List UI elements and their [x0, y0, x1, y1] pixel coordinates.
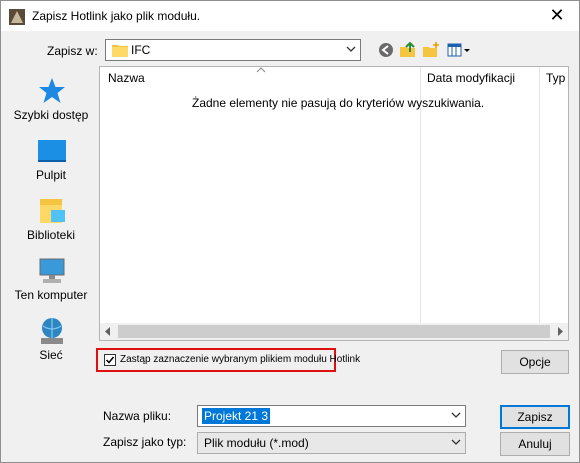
filename-label: Nazwa pliku:: [103, 409, 172, 423]
view-menu-icon[interactable]: [447, 41, 471, 59]
sidebar-item-network[interactable]: Sieć: [3, 316, 99, 366]
scroll-left-icon[interactable]: [104, 327, 112, 336]
column-divider: [539, 67, 540, 327]
new-folder-icon[interactable]: [422, 41, 440, 59]
desktop-icon: [38, 140, 66, 162]
up-folder-icon[interactable]: [399, 41, 417, 59]
empty-message: Żadne elementy nie pasują do kryteriów w…: [192, 96, 485, 110]
network-icon: [41, 318, 63, 344]
sidebar-item-label: Pulpit: [35, 168, 67, 182]
save-in-value: IFC: [131, 43, 151, 57]
column-header-date[interactable]: Data modyfikacji: [427, 67, 515, 89]
title-bar: Zapisz Hotlink jako plik modułu. ✕: [1, 1, 579, 31]
replace-selection-highlight: Zastąp zaznaczenie wybranym plikiem modu…: [96, 348, 360, 372]
star-icon: [39, 78, 65, 103]
chevron-down-icon: [451, 412, 461, 418]
replace-selection-label: Zastąp zaznaczenie wybranym plikiem modu…: [120, 354, 361, 365]
libraries-icon: [40, 199, 65, 223]
chevron-down-icon: [346, 46, 356, 52]
sidebar-item-desktop[interactable]: Pulpit: [3, 136, 99, 186]
computer-icon: [39, 258, 65, 283]
back-icon[interactable]: [377, 41, 395, 59]
filename-input[interactable]: Projekt 21 3: [197, 405, 466, 427]
save-in-dropdown[interactable]: IFC: [105, 39, 361, 61]
sidebar-item-label: Ten komputer: [14, 288, 88, 302]
column-header-name[interactable]: Nazwa: [108, 67, 145, 89]
sidebar-item-libraries[interactable]: Biblioteki: [3, 196, 99, 246]
close-icon[interactable]: ✕: [545, 4, 569, 28]
save-dialog: Zapisz Hotlink jako plik modułu. ✕ Zapis…: [0, 0, 580, 463]
replace-selection-checkbox[interactable]: [104, 354, 116, 366]
sidebar-item-quick-access[interactable]: Szybki dostęp: [3, 76, 99, 126]
sidebar-item-label: Biblioteki: [26, 228, 76, 242]
cancel-button[interactable]: Anuluj: [500, 432, 570, 456]
filetype-value: Plik modułu (*.mod): [204, 436, 309, 450]
checkmark-icon: [105, 356, 115, 364]
filetype-dropdown[interactable]: Plik modułu (*.mod): [197, 432, 466, 454]
column-header-type[interactable]: Typ: [546, 67, 565, 89]
scrollbar-thumb[interactable]: [118, 325, 550, 338]
options-button[interactable]: Opcje: [501, 350, 569, 374]
sort-up-icon: [256, 67, 266, 73]
window-title: Zapisz Hotlink jako plik modułu.: [32, 9, 201, 23]
save-in-label: Zapisz w:: [47, 44, 98, 58]
chevron-down-icon: [451, 439, 461, 445]
file-list[interactable]: Nazwa Data modyfikacji Typ Żadne element…: [99, 66, 569, 341]
sidebar-item-label: Sieć: [39, 348, 63, 362]
app-icon: [9, 9, 25, 25]
filetype-label: Zapisz jako typ:: [103, 435, 187, 449]
folder-icon: [112, 45, 128, 57]
sidebar-item-this-pc[interactable]: Ten komputer: [3, 256, 99, 306]
scroll-right-icon[interactable]: [556, 327, 564, 336]
horizontal-scrollbar[interactable]: [100, 323, 568, 340]
filename-value: Projekt 21 3: [202, 408, 271, 424]
sidebar-item-label: Szybki dostęp: [13, 108, 89, 122]
save-button[interactable]: Zapisz: [500, 405, 570, 429]
